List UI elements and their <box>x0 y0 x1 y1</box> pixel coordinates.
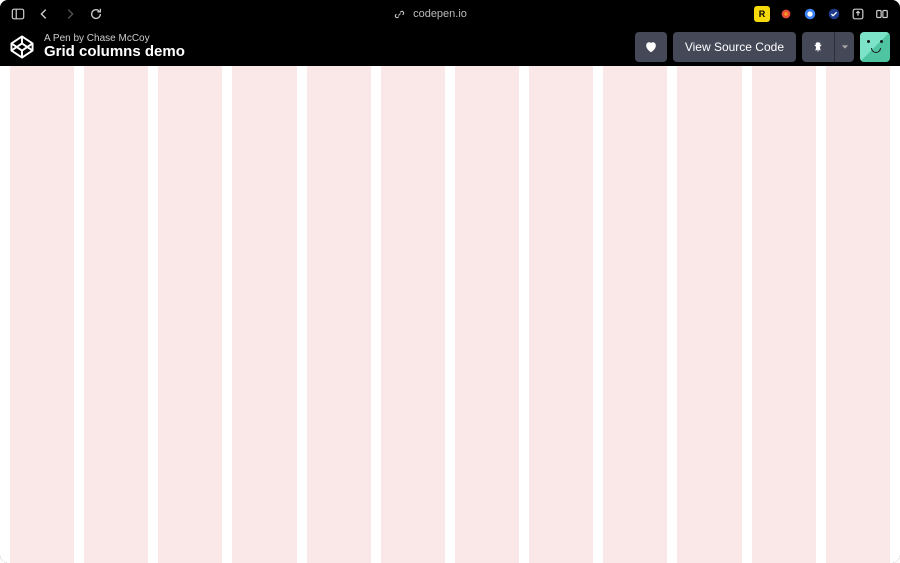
pin-button-group <box>802 32 854 62</box>
reload-icon[interactable] <box>88 6 104 22</box>
user-avatar[interactable] <box>860 32 890 62</box>
browser-chrome: codepen.io R <box>0 0 900 28</box>
view-source-button[interactable]: View Source Code <box>673 32 796 62</box>
pen-preview <box>0 66 900 563</box>
grid-column <box>752 66 816 563</box>
grid-column <box>232 66 296 563</box>
browser-extensions: R <box>754 6 890 22</box>
url-text: codepen.io <box>413 8 467 20</box>
address-bar[interactable]: codepen.io <box>112 6 746 22</box>
share-icon[interactable] <box>850 6 866 22</box>
pin-button[interactable] <box>802 32 834 62</box>
extension-icon-1[interactable] <box>778 6 794 22</box>
codepen-logo-icon[interactable] <box>10 35 34 59</box>
browser-nav-controls <box>10 6 104 22</box>
grid-column <box>677 66 741 563</box>
love-button[interactable] <box>635 32 667 62</box>
header-actions: View Source Code <box>635 32 890 62</box>
extension-icon-3[interactable] <box>826 6 842 22</box>
grid-column <box>603 66 667 563</box>
grid-column <box>381 66 445 563</box>
extension-icon-2[interactable] <box>802 6 818 22</box>
forward-icon[interactable] <box>62 6 78 22</box>
codepen-header: A Pen by Chase McCoy Grid columns demo V… <box>0 28 900 66</box>
grid-columns-demo <box>0 66 900 563</box>
grid-column <box>455 66 519 563</box>
link-icon <box>391 6 407 22</box>
sidebar-toggle-icon[interactable] <box>10 6 26 22</box>
pen-title-block: A Pen by Chase McCoy Grid columns demo <box>44 33 625 61</box>
grid-column <box>826 66 890 563</box>
pin-dropdown-button[interactable] <box>834 32 854 62</box>
grid-column <box>158 66 222 563</box>
grid-column <box>307 66 371 563</box>
extension-badge-r[interactable]: R <box>754 6 770 22</box>
grid-column <box>10 66 74 563</box>
app-window: codepen.io R A Pen by Chase M <box>0 0 900 563</box>
back-icon[interactable] <box>36 6 52 22</box>
grid-column <box>84 66 148 563</box>
tabs-overview-icon[interactable] <box>874 6 890 22</box>
grid-column <box>529 66 593 563</box>
pen-title: Grid columns demo <box>44 44 625 61</box>
